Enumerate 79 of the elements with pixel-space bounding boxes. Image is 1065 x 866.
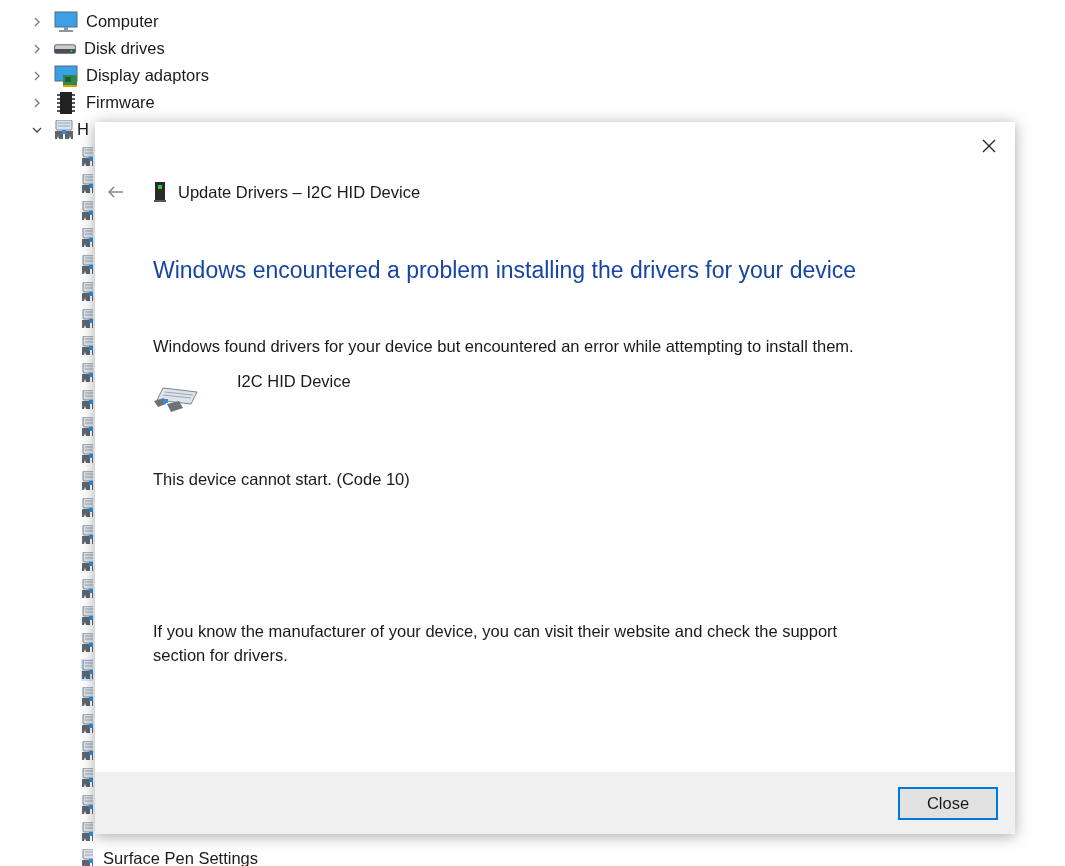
close-icon[interactable] [982, 139, 996, 153]
close-button[interactable]: Close [898, 786, 998, 820]
device-entry[interactable] [81, 469, 93, 492]
keyboard-mouse-icon [81, 308, 93, 329]
device-icon [154, 181, 166, 203]
keyboard-mouse-icon [81, 821, 93, 842]
chevron-icon[interactable] [32, 43, 42, 54]
disk-drive-icon [54, 43, 76, 54]
keyboard-mouse-icon [81, 497, 93, 518]
device-entry[interactable] [81, 577, 93, 600]
device-entry[interactable] [81, 253, 93, 276]
device-entry[interactable] [81, 712, 93, 735]
device-entry[interactable] [81, 361, 93, 384]
keyboard-mouse-icon [81, 632, 93, 653]
keyboard-mouse-icon [81, 551, 93, 572]
device-entry[interactable] [81, 523, 93, 546]
keyboard-mouse-icon [81, 443, 93, 464]
hint-text: If you know the manufacturer of your device, you can visit their website and check the support section for drivers. [153, 621, 839, 666]
device-entry[interactable] [81, 793, 93, 816]
keyboard-mouse-icon [81, 659, 93, 680]
keyboard-mouse-icon [81, 389, 93, 410]
device-entry[interactable] [81, 388, 93, 411]
keyboard-mouse-icon [81, 146, 93, 167]
device-entry[interactable] [81, 442, 93, 465]
keyboard-mouse-icon [81, 200, 93, 221]
keyboard-mouse-icon [81, 227, 93, 248]
chevron-icon[interactable] [32, 16, 42, 27]
device-entry[interactable] [81, 766, 93, 789]
device-entry[interactable] [81, 199, 93, 222]
device-name: I2C HID Device [237, 372, 351, 391]
tree-item-label[interactable]: Disk drives [84, 39, 165, 58]
keyboard-mouse-icon [153, 384, 201, 414]
device-entry[interactable] [81, 172, 93, 195]
device-entry[interactable] [81, 631, 93, 654]
keyboard-mouse-icon [81, 524, 93, 545]
device-entry[interactable] [81, 415, 93, 438]
device-entry[interactable] [81, 145, 93, 168]
error-heading: Windows encountered a problem installing the drivers for your device [153, 257, 858, 284]
device-entry[interactable] [81, 739, 93, 762]
device-entry[interactable] [81, 550, 93, 573]
tree-item-label[interactable]: Firmware [86, 93, 155, 112]
chip-icon [54, 90, 78, 115]
keyboard-mouse-icon [81, 713, 93, 734]
device-entry[interactable] [81, 307, 93, 330]
back-arrow-icon[interactable] [108, 186, 124, 198]
keyboard-mouse-icon [81, 416, 93, 437]
error-message: Windows found drivers for your device but encountered an error while attempting to install them. [153, 336, 855, 357]
keyboard-mouse-icon [81, 254, 93, 275]
keyboard-mouse-icon [81, 767, 93, 788]
device-entry[interactable] [81, 604, 93, 627]
keyboard-mouse-icon [54, 119, 74, 140]
monitor-icon [54, 9, 78, 34]
keyboard-mouse-icon [81, 848, 93, 866]
chevron-icon[interactable] [32, 97, 42, 108]
device-entry[interactable] [81, 685, 93, 708]
tree-item-label[interactable]: Display adaptors [86, 66, 209, 85]
display-adapter-icon [54, 63, 78, 88]
device-entry[interactable] [81, 820, 93, 843]
device-entry[interactable] [81, 334, 93, 357]
keyboard-mouse-icon [81, 605, 93, 626]
keyboard-mouse-icon [81, 173, 93, 194]
dialog-title: Update Drivers – I2C HID Device [178, 182, 421, 202]
keyboard-mouse-icon [81, 281, 93, 302]
keyboard-mouse-icon [81, 794, 93, 815]
device-entry[interactable] [81, 226, 93, 249]
keyboard-mouse-icon [81, 362, 93, 383]
device-entry[interactable] [81, 658, 93, 681]
keyboard-mouse-icon [81, 578, 93, 599]
tree-item-label[interactable]: H [77, 120, 89, 139]
keyboard-mouse-icon [81, 335, 93, 356]
keyboard-mouse-icon [81, 470, 93, 491]
device-entry[interactable] [81, 280, 93, 303]
keyboard-mouse-icon [81, 686, 93, 707]
tree-item-label[interactable]: Computer [86, 12, 159, 31]
device-entry[interactable] [81, 496, 93, 519]
device-entry[interactable] [81, 847, 93, 866]
status-text: This device cannot start. (Code 10) [153, 470, 411, 489]
keyboard-mouse-icon [81, 740, 93, 761]
chevron-icon[interactable] [32, 70, 42, 81]
